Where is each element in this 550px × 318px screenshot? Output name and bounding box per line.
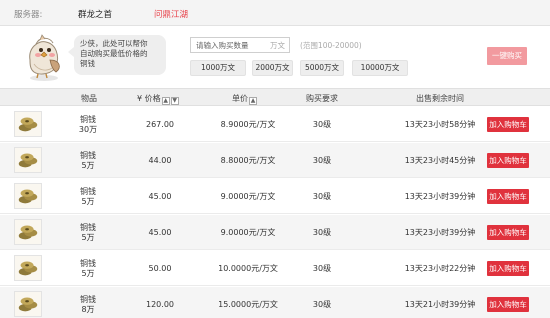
item-cell: 铜钱 5万 — [66, 179, 110, 214]
time-left-cell: 13天21小时39分钟 — [404, 300, 476, 309]
table-row: 铜钱 5万 44.00 8.8000元/万文 30级 13天23小时45分钟 加… — [0, 143, 550, 178]
item-amount: 5万 — [81, 268, 95, 278]
item-name: 铜钱 — [80, 114, 96, 124]
copper-coin-icon — [14, 147, 42, 173]
item-name: 铜钱 — [80, 294, 96, 304]
price-cell: 45.00 — [148, 192, 172, 201]
item-amount: 5万 — [81, 196, 95, 206]
tip-line: 铜钱 — [80, 59, 95, 68]
item-cell: 铜钱 5万 — [66, 215, 110, 250]
copper-coin-icon — [14, 255, 42, 281]
sort-asc-icon[interactable]: ▲ — [249, 97, 257, 105]
copper-coin-icon — [14, 219, 42, 245]
time-left-cell: 13天23小时39分钟 — [404, 228, 476, 237]
add-to-cart-button[interactable]: 加入购物车 — [487, 297, 529, 312]
time-left-cell: 13天23小时22分钟 — [404, 264, 476, 273]
price-cell: 45.00 — [148, 228, 172, 237]
sort-desc-icon[interactable]: ▼ — [170, 97, 179, 105]
table-header: 物品 ¥ 价格 ▲ ▼ 单价 ▲ 购买要求 出售剩余时间 — [0, 88, 550, 106]
requirement-cell: 30级 — [312, 228, 332, 237]
requirement-cell: 30级 — [312, 300, 332, 309]
unit-price-cell: 10.0000元/万文 — [218, 264, 278, 273]
preset-2000-button[interactable]: 2000万文 — [252, 60, 293, 76]
copper-coin-icon — [14, 183, 42, 209]
server-zone[interactable]: 问鼎江湖 — [154, 8, 188, 20]
server-bar: 服务器: 群龙之首 问鼎江湖 — [0, 0, 550, 26]
requirement-cell: 30级 — [312, 156, 332, 165]
quick-buy-panel: 少侠，此处可以帮你 自动购买最低价格的 铜钱 万文 (范围100-20000) … — [0, 27, 550, 87]
item-name: 铜钱 — [80, 150, 96, 160]
item-cell: 铜钱 30万 — [66, 107, 110, 142]
header-unit-price-label: 单价 — [232, 94, 248, 103]
unit-price-cell: 15.0000元/万文 — [218, 300, 278, 309]
server-label: 服务器: — [14, 10, 43, 20]
item-cell: 铜钱 5万 — [66, 251, 110, 286]
time-left-cell: 13天23小时58分钟 — [404, 120, 476, 129]
tip-line: 少侠，此处可以帮你 — [80, 39, 148, 48]
price-cell: 44.00 — [148, 156, 172, 165]
preset-5000-button[interactable]: 5000万文 — [300, 60, 344, 76]
item-name: 铜钱 — [80, 258, 96, 268]
add-to-cart-button[interactable]: 加入购物车 — [487, 261, 529, 276]
item-cell: 铜钱 8万 — [66, 287, 110, 318]
bird-mascot-icon — [29, 34, 60, 81]
add-to-cart-button[interactable]: 加入购物车 — [487, 117, 529, 132]
header-requirement: 购买要求 — [306, 94, 338, 103]
item-amount: 8万 — [81, 304, 95, 314]
add-to-cart-button[interactable]: 加入购物车 — [487, 225, 529, 240]
sort-asc-icon[interactable]: ▲ — [161, 97, 170, 105]
quantity-field[interactable]: 万文 — [190, 37, 290, 53]
add-to-cart-button[interactable]: 加入购物车 — [487, 153, 529, 168]
requirement-cell: 30级 — [312, 120, 332, 129]
preset-1000-button[interactable]: 1000万文 — [190, 60, 246, 76]
tip-line: 自动购买最低价格的 — [80, 49, 148, 58]
item-name: 铜钱 — [80, 186, 96, 196]
requirement-cell: 30级 — [312, 264, 332, 273]
table-row: 铜钱 5万 45.00 9.0000元/万文 30级 13天23小时39分钟 加… — [0, 215, 550, 250]
unit-price-cell: 9.0000元/万文 — [220, 228, 276, 237]
requirement-cell: 30级 — [312, 192, 332, 201]
copper-coin-icon — [14, 291, 42, 317]
table-row: 铜钱 8万 120.00 15.0000元/万文 30级 13天21小时39分钟… — [0, 287, 550, 318]
item-amount: 5万 — [81, 232, 95, 242]
preset-10000-button[interactable]: 10000万文 — [352, 60, 408, 76]
item-amount: 5万 — [81, 160, 95, 170]
unit-price-cell: 9.0000元/万文 — [220, 192, 276, 201]
tip-bubble: 少侠，此处可以帮你 自动购买最低价格的 铜钱 — [68, 35, 166, 75]
header-unit-price[interactable]: 单价 ▲ — [232, 93, 262, 105]
table-row: 铜钱 5万 50.00 10.0000元/万文 30级 13天23小时22分钟 … — [0, 251, 550, 286]
price-cell: 267.00 — [146, 120, 174, 129]
unit-price-cell: 8.9000元/万文 — [220, 120, 276, 129]
add-to-cart-button[interactable]: 加入购物车 — [487, 189, 529, 204]
table-row: 铜钱 5万 45.00 9.0000元/万文 30级 13天23小时39分钟 加… — [0, 179, 550, 214]
quantity-range-hint: (范围100-20000) — [300, 41, 362, 50]
quantity-unit: 万文 — [270, 41, 285, 50]
item-cell: 铜钱 5万 — [66, 143, 110, 178]
price-cell: 50.00 — [148, 264, 172, 273]
unit-price-cell: 8.8000元/万文 — [220, 156, 276, 165]
price-cell: 120.00 — [146, 300, 174, 309]
time-left-cell: 13天23小时45分钟 — [404, 156, 476, 165]
header-price-label: ¥ 价格 — [137, 94, 161, 103]
header-price[interactable]: ¥ 价格 ▲ ▼ — [137, 93, 187, 105]
item-name: 铜钱 — [80, 222, 96, 232]
header-time-left: 出售剩余时间 — [416, 94, 464, 103]
quantity-input[interactable] — [191, 38, 265, 52]
item-amount: 30万 — [78, 124, 98, 134]
one-click-buy-button[interactable]: 一键购买 — [487, 47, 527, 65]
table-row: 铜钱 30万 267.00 8.9000元/万文 30级 13天23小时58分钟… — [0, 107, 550, 142]
time-left-cell: 13天23小时39分钟 — [404, 192, 476, 201]
server-name[interactable]: 群龙之首 — [78, 8, 112, 20]
header-item: 物品 — [81, 94, 97, 103]
copper-coin-icon — [14, 111, 42, 137]
